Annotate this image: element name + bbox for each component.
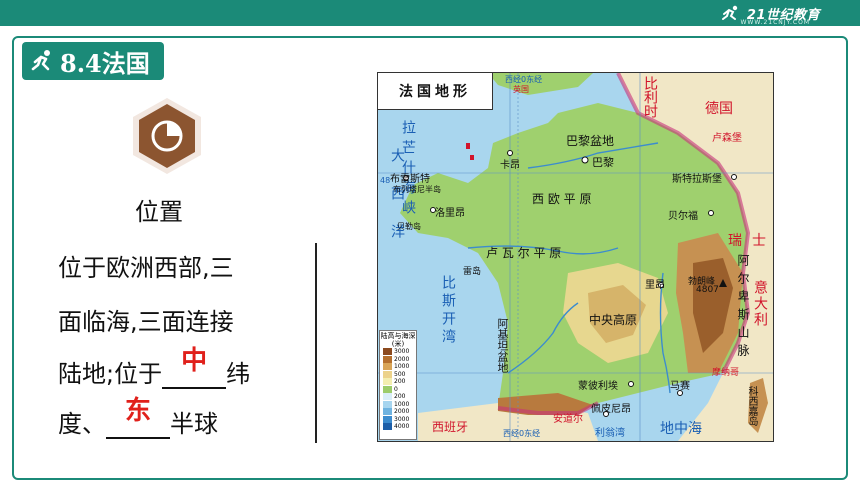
map-label-spain: 西班牙 (432, 420, 469, 434)
legend-swatch (383, 415, 392, 423)
runner-logo-icon (721, 5, 738, 20)
section-hexagon-icon (133, 98, 201, 174)
text-line-4-pre: 度、 (58, 410, 106, 438)
map-label-uk: 英国 (513, 85, 529, 94)
map-label-lorient: 洛里昂 (435, 208, 465, 219)
text-line-1: 位于欧洲西部,三 (58, 254, 234, 282)
legend-value: 1000 (394, 363, 410, 371)
legend-row: 2000 (380, 355, 416, 364)
answer-1: 中 (181, 346, 208, 376)
map-label-italy: 意大利 (752, 280, 768, 328)
map-label-west-plain: 西 欧 平 原 (532, 192, 592, 206)
vertical-divider (315, 243, 317, 443)
legend-rows: 3000 2000 1000 500 200 0 200 1000 2000 3000 4000 (380, 348, 416, 431)
map-label-lyon: 里昂 (645, 280, 665, 291)
runner-icon (31, 50, 50, 71)
map-label-brittany: 布列塔尼半岛 (393, 185, 441, 194)
answer-blank-1: 中 (162, 346, 227, 389)
legend-value: 500 (394, 370, 406, 378)
map-legend: 陆高与海深(米) 3000 2000 1000 500 200 0 200 1000 2000 3… (379, 330, 417, 440)
legend-row: 0 (380, 385, 416, 394)
map-label-caen: 卡昂 (500, 160, 520, 171)
map-label-mediterranean: 地中海 (660, 421, 702, 437)
legend-row: 3000 (380, 415, 416, 424)
legend-row: 1000 (380, 363, 416, 371)
map-label-perpignan: 佩皮尼昂 (591, 404, 631, 415)
legend-swatch (383, 370, 392, 378)
map-label-belfort: 贝尔福 (668, 211, 698, 222)
legend-value: 1000 (394, 400, 410, 408)
section-heading: 位置 (135, 198, 183, 226)
map-label-paris-basin: 巴黎盆地 (566, 134, 615, 148)
answer-2: 东 (124, 396, 151, 426)
map-label-central-massif: 中央高原 (589, 313, 638, 327)
legend-row: 200 (380, 393, 416, 401)
text-line-4: 度、东半球 (58, 396, 218, 439)
legend-value: 3000 (394, 348, 410, 356)
map-label-loire-plain: 卢 瓦 尔 平 原 (486, 246, 562, 260)
legend-value: 2000 (394, 355, 410, 363)
text-line-3-post: 纬 (226, 360, 251, 388)
map-label-biscay: 比斯开湾 (440, 275, 456, 347)
legend-row: 200 (380, 378, 416, 386)
france-terrain-map (377, 72, 774, 442)
map-label-gulf-lion: 利翁湾 (595, 428, 625, 439)
legend-swatch (383, 378, 392, 386)
map-label-switzerland: 瑞士 (728, 233, 776, 249)
brand-url: WWW.21CNJY.COM (740, 19, 810, 26)
map-label-luxembourg: 卢森堡 (712, 133, 742, 144)
map-label-belle-ile: 贝勒岛 (397, 222, 421, 231)
legend-row: 3000 (380, 348, 416, 356)
legend-swatch (383, 400, 392, 408)
map-label-meridian-bottom: 西经0东经 (503, 429, 541, 438)
legend-value: 0 (394, 385, 398, 393)
legend-value: 200 (394, 393, 406, 401)
legend-row: 4000 (380, 423, 416, 431)
text-line-3: 陆地;位于中纬 (58, 346, 251, 389)
map-label-corsica: 科西嘉岛 (746, 386, 757, 426)
map-label-mont-blanc-height: 4807 (696, 285, 719, 295)
map-label-atlantic: 大西洋 (389, 148, 405, 262)
legend-swatch (383, 355, 392, 363)
text-line-2: 面临海,三面连接 (58, 308, 234, 336)
map-label-paris: 巴黎 (592, 156, 614, 169)
map-title: 法国地形 (378, 73, 493, 110)
legend-swatch (383, 385, 392, 393)
legend-value: 3000 (394, 415, 410, 423)
answer-blank-2: 东 (106, 396, 170, 439)
legend-title: 陆高与海深(米) (380, 332, 416, 348)
legend-swatch (383, 423, 392, 431)
map-label-andorra: 安道尔 (553, 414, 583, 425)
legend-swatch (383, 363, 392, 371)
map-label-montpellier: 蒙彼利埃 (578, 381, 618, 392)
legend-swatch (383, 348, 392, 356)
text-line-4-post: 半球 (170, 410, 218, 438)
lesson-title-tag: 8.4法国 (22, 42, 164, 80)
legend-swatch (383, 393, 392, 401)
legend-value: 4000 (394, 423, 410, 431)
map-label-aquitaine: 阿基坦盆地 (496, 318, 509, 373)
lesson-title: 8.4法国 (60, 48, 150, 78)
legend-row: 1000 (380, 400, 416, 409)
legend-swatch (383, 408, 392, 416)
map-label-marseille: 马赛 (670, 381, 690, 392)
map-label-monaco: 摩纳哥 (712, 368, 740, 378)
map-label-strasbourg: 斯特拉斯堡 (672, 174, 722, 185)
map-label-germany: 德国 (705, 101, 733, 117)
legend-value: 200 (394, 378, 406, 386)
legend-value: 2000 (394, 408, 410, 416)
text-line-3-pre: 陆地;位于 (58, 360, 163, 388)
legend-row: 2000 (380, 408, 416, 416)
map-label-belgium: 比利时 (642, 76, 658, 118)
legend-row: 500 (380, 370, 416, 379)
map-label-rhe: 雷岛 (463, 267, 482, 277)
map-label-brest: 布雷斯特 (390, 174, 430, 185)
